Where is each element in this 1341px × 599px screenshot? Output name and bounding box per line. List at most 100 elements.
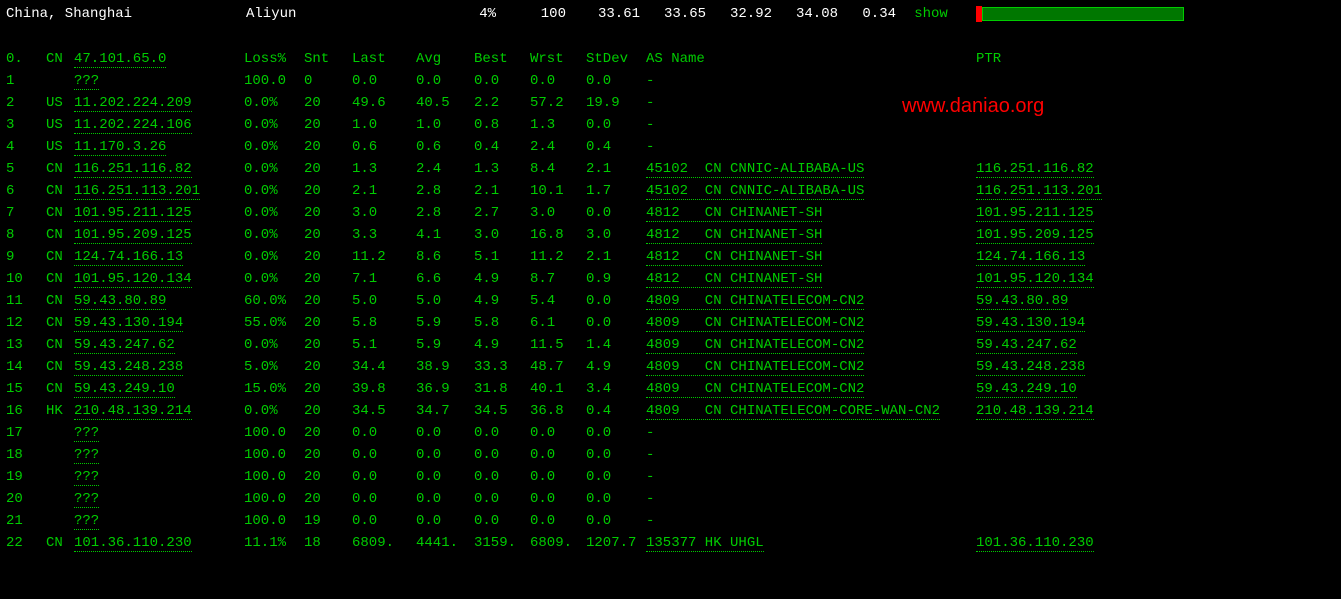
- cell-asn[interactable]: 4809 CN CHINATELECOM-CORE-WAN-CN2: [646, 403, 976, 419]
- cell-ptr[interactable]: 59.43.80.89: [976, 293, 1335, 309]
- cell-ip[interactable]: 101.95.120.134: [74, 271, 244, 287]
- cell-asn[interactable]: 4809 CN CHINATELECOM-CN2: [646, 381, 976, 397]
- cell-ip[interactable]: 11.202.224.209: [74, 95, 244, 111]
- cell-ip[interactable]: 11.202.224.106: [74, 117, 244, 133]
- cell-hop: 10: [6, 271, 46, 287]
- cell-last: 6809.: [352, 535, 416, 551]
- cell-last: 34.5: [352, 403, 416, 419]
- cell-ip[interactable]: 124.74.166.13: [74, 249, 244, 265]
- cell-ptr[interactable]: 59.43.248.238: [976, 359, 1335, 375]
- cell-wrst: 6.1: [530, 315, 586, 331]
- cell-ip[interactable]: 116.251.116.82: [74, 161, 244, 177]
- table-row: 2US11.202.224.2090.0%2049.640.52.257.219…: [6, 92, 1335, 114]
- cell-ip[interactable]: 59.43.80.89: [74, 293, 244, 309]
- cell-ip[interactable]: ???: [74, 425, 244, 441]
- cell-snt: 20: [304, 249, 352, 265]
- cell-ptr[interactable]: 59.43.249.10: [976, 381, 1335, 397]
- cell-avg: 0.0: [416, 447, 474, 463]
- cell-wrst: 11.2: [530, 249, 586, 265]
- cell-ip[interactable]: 210.48.139.214: [74, 403, 244, 419]
- cell-ip[interactable]: ???: [74, 73, 244, 89]
- table-row: 8CN101.95.209.1250.0%203.34.13.016.83.04…: [6, 224, 1335, 246]
- cell-best: 4.9: [474, 337, 530, 353]
- cell-avg: 2.4: [416, 161, 474, 177]
- cell-avg: 5.9: [416, 315, 474, 331]
- cell-asn[interactable]: 4812 CN CHINANET-SH: [646, 271, 976, 287]
- cell-ptr[interactable]: 116.251.116.82: [976, 161, 1335, 177]
- cell-stdev: 19.9: [586, 95, 646, 111]
- cell-ip[interactable]: 101.95.211.125: [74, 205, 244, 221]
- cell-avg: 5.0: [416, 293, 474, 309]
- cell-avg: 4441.: [416, 535, 474, 551]
- cell-asn[interactable]: -: [646, 117, 976, 133]
- cell-asn[interactable]: 4812 CN CHINANET-SH: [646, 249, 976, 265]
- cell-asn[interactable]: 4812 CN CHINANET-SH: [646, 205, 976, 221]
- cell-stdev: 1.4: [586, 337, 646, 353]
- cell-asn[interactable]: -: [646, 469, 976, 485]
- cell-ip[interactable]: 116.251.113.201: [74, 183, 244, 199]
- cell-snt: 20: [304, 117, 352, 133]
- cell-asn[interactable]: -: [646, 139, 976, 155]
- cell-last: 2.1: [352, 183, 416, 199]
- cell-stdev: 3.4: [586, 381, 646, 397]
- cell-best: 5.1: [474, 249, 530, 265]
- cell-ip[interactable]: ???: [74, 513, 244, 529]
- cell-ip[interactable]: 101.36.110.230: [74, 535, 244, 551]
- cell-ptr[interactable]: 101.36.110.230: [976, 535, 1335, 551]
- cell-asn[interactable]: -: [646, 513, 976, 529]
- cell-ip[interactable]: ???: [74, 491, 244, 507]
- cell-ptr[interactable]: 59.43.247.62: [976, 337, 1335, 353]
- cell-asn[interactable]: -: [646, 491, 976, 507]
- show-link[interactable]: show: [896, 6, 966, 22]
- cell-ip[interactable]: ???: [74, 447, 244, 463]
- cell-asn[interactable]: 4809 CN CHINATELECOM-CN2: [646, 315, 976, 331]
- cell-asn[interactable]: -: [646, 73, 976, 89]
- cell-ptr[interactable]: 210.48.139.214: [976, 403, 1335, 419]
- table-row: 4US11.170.3.260.0%200.60.60.42.40.4-: [6, 136, 1335, 158]
- cell-ptr[interactable]: 101.95.120.134: [976, 271, 1335, 287]
- cell-asn[interactable]: 135377 HK UHGL: [646, 535, 976, 551]
- cell-asn[interactable]: -: [646, 425, 976, 441]
- cell-ip[interactable]: 59.43.247.62: [74, 337, 244, 353]
- cell-last: 49.6: [352, 95, 416, 111]
- cell-stdev: 0.0: [586, 491, 646, 507]
- cell-stdev: 0.9: [586, 271, 646, 287]
- cell-best: 4.9: [474, 293, 530, 309]
- cell-ptr[interactable]: 59.43.130.194: [976, 315, 1335, 331]
- cell-asn[interactable]: 4812 CN CHINANET-SH: [646, 227, 976, 243]
- cell-ptr[interactable]: 116.251.113.201: [976, 183, 1335, 199]
- cell-loss: 55.0%: [244, 315, 304, 331]
- cell-asn[interactable]: 45102 CN CNNIC-ALIBABA-US: [646, 183, 976, 199]
- cell-stdev: 1207.7: [586, 535, 646, 551]
- cell-ip[interactable]: 101.95.209.125: [74, 227, 244, 243]
- table-header: 0. CN 47.101.65.0 Loss% Snt Last Avg Bes…: [6, 48, 1335, 70]
- cell-asn[interactable]: 4809 CN CHINATELECOM-CN2: [646, 359, 976, 375]
- table-row: 1???100.000.00.00.00.00.0-: [6, 70, 1335, 92]
- cell-wrst: 0.0: [530, 491, 586, 507]
- cell-loss: 100.0: [244, 513, 304, 529]
- cell-ptr[interactable]: 101.95.209.125: [976, 227, 1335, 243]
- cell-hop: 14: [6, 359, 46, 375]
- cell-ip[interactable]: 59.43.130.194: [74, 315, 244, 331]
- status-bar: [976, 6, 1184, 22]
- col-best: Best: [474, 51, 530, 67]
- cell-wrst: 0.0: [530, 513, 586, 529]
- cell-ip[interactable]: 59.43.248.238: [74, 359, 244, 375]
- cell-ip[interactable]: 59.43.249.10: [74, 381, 244, 397]
- cell-last: 5.1: [352, 337, 416, 353]
- cell-loss: 15.0%: [244, 381, 304, 397]
- cell-asn[interactable]: 45102 CN CNNIC-ALIBABA-US: [646, 161, 976, 177]
- cell-asn[interactable]: 4809 CN CHINATELECOM-CN2: [646, 293, 976, 309]
- cell-ptr[interactable]: 101.95.211.125: [976, 205, 1335, 221]
- cell-ptr[interactable]: 124.74.166.13: [976, 249, 1335, 265]
- summary-header: China, Shanghai Aliyun 4% 100 33.61 33.6…: [0, 0, 1341, 28]
- cell-cc: CN: [46, 315, 74, 331]
- cell-cc: CN: [46, 227, 74, 243]
- cell-ip[interactable]: ???: [74, 469, 244, 485]
- cell-asn[interactable]: -: [646, 447, 976, 463]
- cell-asn[interactable]: 4809 CN CHINATELECOM-CN2: [646, 337, 976, 353]
- header-v4: 32.92: [706, 6, 772, 22]
- cell-ip[interactable]: 11.170.3.26: [74, 139, 244, 155]
- cell-best: 0.0: [474, 73, 530, 89]
- table-row: 5CN116.251.116.820.0%201.32.41.38.42.145…: [6, 158, 1335, 180]
